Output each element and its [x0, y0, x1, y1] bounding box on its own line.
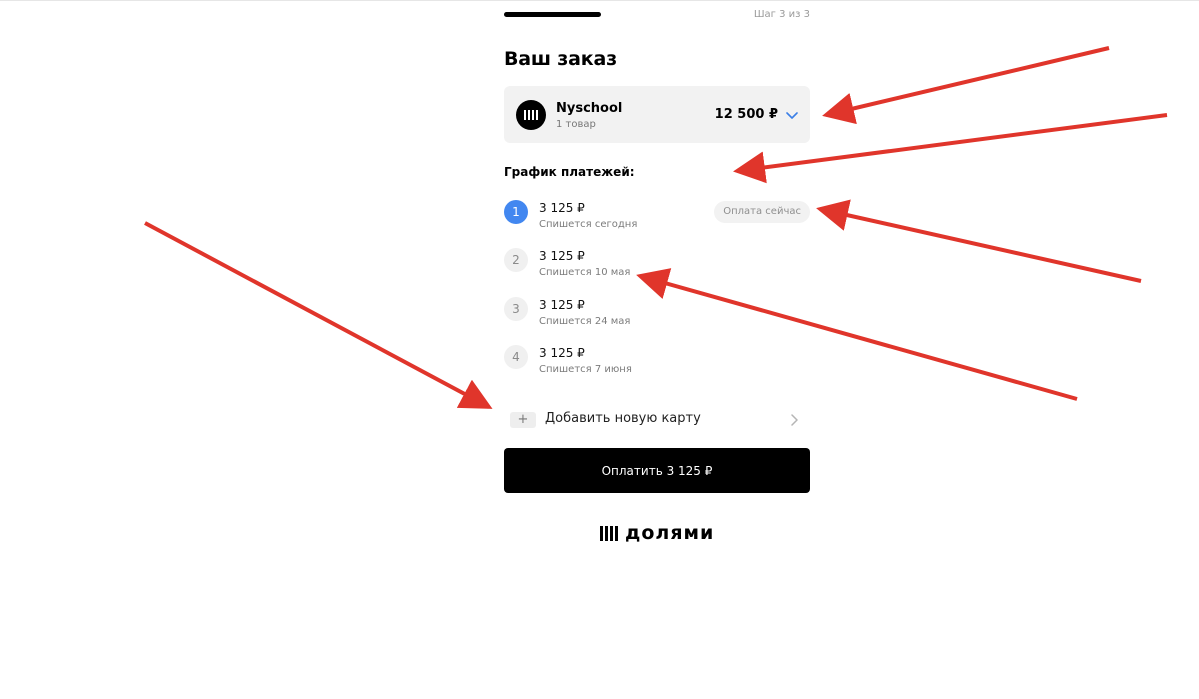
- pay-button[interactable]: Оплатить 3 125 ₽: [504, 448, 810, 493]
- payment-amount: 3 125 ₽: [539, 201, 585, 215]
- brand-name: долями: [625, 522, 715, 544]
- payment-date: Спишется 24 мая: [539, 316, 631, 327]
- step-progress-bar: [504, 12, 601, 17]
- top-divider: [0, 0, 1199, 1]
- payment-amount: 3 125 ₽: [539, 249, 585, 263]
- dolyami-bars-icon: [600, 525, 618, 541]
- schedule-title: График платежей:: [504, 165, 635, 179]
- payment-date: Спишется 10 мая: [539, 267, 631, 278]
- page-title: Ваш заказ: [504, 48, 617, 70]
- dolyami-bars-icon: [516, 100, 546, 130]
- payment-amount: 3 125 ₽: [539, 346, 585, 360]
- pay-now-badge: Оплата сейчас: [714, 201, 810, 223]
- chevron-right-icon: [791, 414, 798, 426]
- add-card-label: Добавить новую карту: [545, 411, 701, 426]
- payment-number: 1: [504, 200, 528, 224]
- items-count: 1 товар: [556, 119, 596, 130]
- payment-number: 2: [504, 248, 528, 272]
- payment-number: 3: [504, 297, 528, 321]
- annotation-arrow: [816, 199, 1142, 283]
- step-indicator: Шаг 3 из 3: [753, 9, 810, 20]
- payment-row: 1 3 125 ₽ Спишется сегодня Оплата сейчас: [504, 200, 810, 240]
- chevron-down-icon[interactable]: [786, 110, 798, 120]
- payment-row: 2 3 125 ₽ Спишется 10 мая: [504, 248, 810, 288]
- annotation-arrow: [822, 46, 1110, 125]
- order-summary-card[interactable]: Nyschool 1 товар 12 500 ₽: [504, 86, 810, 143]
- payment-row: 4 3 125 ₽ Спишется 7 июня: [504, 345, 810, 385]
- annotation-arrow: [144, 221, 493, 409]
- payment-amount: 3 125 ₽: [539, 298, 585, 312]
- merchant-name: Nyschool: [556, 101, 623, 116]
- payment-date: Спишется сегодня: [539, 219, 638, 230]
- dolyami-logo: долями: [600, 521, 714, 545]
- payment-date: Спишется 7 июня: [539, 364, 632, 375]
- order-total: 12 500 ₽: [714, 107, 778, 122]
- plus-icon: +: [510, 412, 536, 428]
- payment-number: 4: [504, 345, 528, 369]
- payment-row: 3 3 125 ₽ Спишется 24 мая: [504, 297, 810, 337]
- add-card-button[interactable]: + Добавить новую карту: [504, 406, 810, 434]
